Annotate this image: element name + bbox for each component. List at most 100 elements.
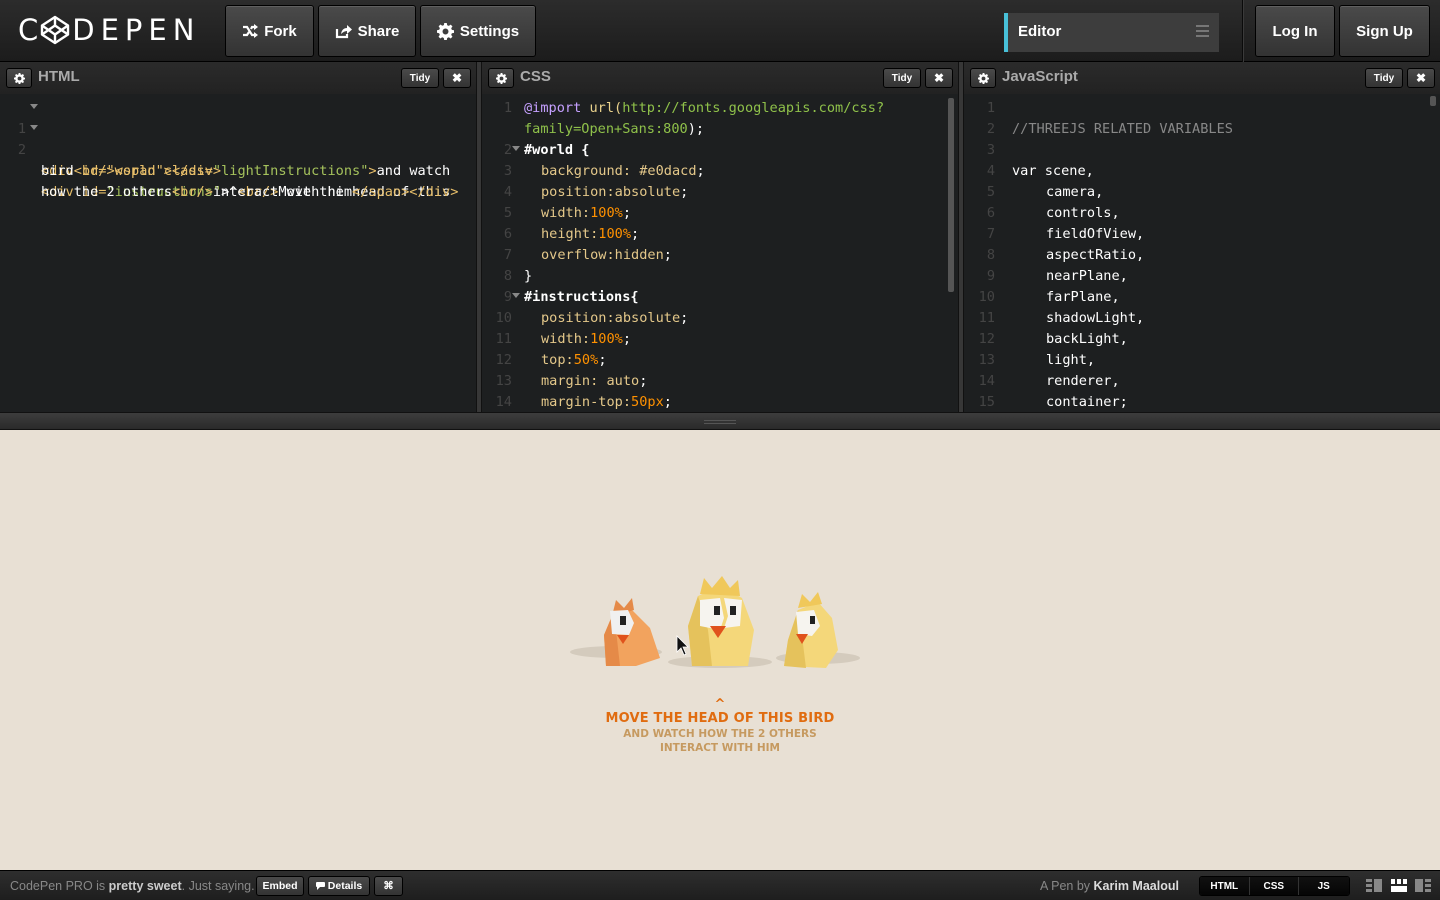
line-number: 13 [495,373,512,389]
line-number: 14 [495,394,512,410]
embed-button[interactable]: Embed [256,876,304,896]
css-tidy-button[interactable]: Tidy [883,68,921,88]
promo-suffix: . Just saying. [181,879,255,893]
toggle-css-button[interactable]: CSS [1249,877,1299,895]
code-text: var scene, [1012,163,1094,179]
embed-label: Embed [262,880,298,892]
code-text: camera, [1046,184,1104,200]
line-number: 12 [978,331,995,347]
signup-button[interactable]: Sign Up [1339,5,1430,57]
line-number: 8 [986,247,995,263]
code-text: width:100%; [541,205,632,221]
js-close-button[interactable]: ✖ [1407,68,1435,88]
layout-top-icon[interactable] [1391,879,1407,892]
layout-right-icon[interactable] [1415,879,1431,892]
settings-label: Settings [459,22,520,40]
gear-icon [495,72,507,84]
line-number: 6 [986,205,995,221]
birds-illustration[interactable] [0,430,1440,870]
logo-letters: DEPEN [72,13,201,47]
fold-arrow-icon[interactable] [30,104,38,109]
code-line: 3 [964,140,1440,161]
code-text: backLight, [1046,331,1128,347]
html-code-area[interactable]: 1 <div id="world"></div> 2 <div id="inst… [0,98,476,412]
css-settings-button[interactable] [488,68,514,88]
line-number: 1 [986,100,995,116]
promo-bold: pretty sweet [108,879,182,893]
preview-resize-handle[interactable] [0,412,1440,430]
line-number: 9 [503,289,512,305]
js-settings-button[interactable] [970,68,996,88]
code-line: 12 backLight, [964,329,1440,350]
css-scrollbar-thumb[interactable] [948,98,954,292]
middle-bird[interactable] [688,576,754,666]
top-bar: C DEPEN Fork Share Settings Editor Log I… [0,0,1440,62]
author-link[interactable]: Karim Maaloul [1094,879,1179,893]
fold-arrow-icon[interactable] [30,125,38,130]
code-text: margin-top:50px; [541,394,672,410]
code-text: how the 2 others<br/>interact with him</… [41,184,459,200]
line-number: 12 [495,352,512,368]
promo-text: CodePen PRO is [10,879,109,893]
code-text: container; [1046,394,1128,410]
code-text: fieldOfView, [1046,226,1145,242]
line-number: 7 [503,247,512,263]
line-number: 2 [503,142,512,158]
line-number: 2 [986,121,995,137]
keyboard-shortcuts-button[interactable]: ⌘ [374,876,403,896]
code-line-wrapped: how the 2 others<br/>interact with him</… [0,161,476,200]
code-text: background: #e0dacd; [541,163,705,179]
settings-button[interactable]: Settings [420,5,536,57]
html-editor: HTML Tidy ✖ 1 <div id="world"></div> 2 <… [0,62,476,412]
toggle-html-button[interactable]: HTML [1200,877,1250,895]
js-editor: JavaScript Tidy ✖ 1 2//THREEJS RELATED VA… [964,62,1440,412]
code-text: #world { [524,142,590,158]
js-code-area[interactable]: 1 2//THREEJS RELATED VARIABLES 3 4 var scene… [964,98,1440,412]
line-number: 13 [978,352,995,368]
details-button[interactable]: Details [308,876,370,896]
login-button[interactable]: Log In [1255,5,1335,57]
share-button[interactable]: Share [318,5,416,57]
js-tidy-button[interactable]: Tidy [1365,68,1403,88]
js-scrollbar-thumb[interactable] [1430,96,1436,106]
pro-promo[interactable]: CodePen PRO is pretty sweet. Just saying… [10,879,255,893]
line-number: 15 [978,394,995,410]
footer-bar: CodePen PRO is pretty sweet. Just saying… [0,870,1440,900]
code-text: aspectRatio, [1046,247,1145,263]
code-text: margin: auto; [541,373,648,389]
drag-grip-icon [704,420,736,426]
code-text: family=Open+Sans:800); [524,121,705,137]
layout-left-icon[interactable] [1366,879,1382,892]
details-label: Details [327,880,363,892]
toggle-js-button[interactable]: JS [1299,877,1349,895]
line-number: 3 [986,142,995,158]
instruction-main: MOVE THE HEAD OF THIS BIRD [605,711,835,726]
css-code-area[interactable]: 1 @import url(http://fonts.googleapis.com… [482,98,958,412]
fork-button[interactable]: Fork [225,5,314,57]
right-bird[interactable] [784,592,838,668]
hamburger-icon [1196,25,1209,40]
js-editor-header: JavaScript Tidy ✖ [964,62,1440,94]
css-editor: CSS Tidy ✖ 1 @import url(http://fonts.goo… [482,62,958,412]
code-text: //THREEJS RELATED VARIABLES [1012,121,1233,137]
code-line: 2 //THREEJS RELATED VARIABLES [964,119,1440,140]
html-close-button[interactable]: ✖ [443,68,471,88]
html-tidy-button[interactable]: Tidy [401,68,439,88]
byline-prefix: A Pen by [1040,879,1094,893]
editor-view-selector[interactable]: Editor [1004,13,1219,52]
pen-byline: A Pen by Karim Maaloul [1040,879,1179,893]
code-line: 10 farPlane, [964,287,1440,308]
fold-arrow-icon[interactable] [512,293,520,298]
css-close-button[interactable]: ✖ [925,68,953,88]
codepen-logo[interactable]: C DEPEN [18,13,201,47]
fold-arrow-icon[interactable] [512,146,520,151]
share-icon [335,24,352,38]
left-bird[interactable] [604,598,660,666]
fork-label: Fork [264,22,297,40]
result-preview[interactable]: ^ MOVE THE HEAD OF THIS BIRD AND WATCH H… [0,430,1440,870]
css-editor-header: CSS Tidy ✖ [482,62,958,94]
code-line: 1 <div id="world"></div> [0,98,476,179]
html-settings-button[interactable] [6,68,32,88]
preview-instructions: ^ MOVE THE HEAD OF THIS BIRD AND WATCH H… [520,698,920,755]
speech-bubble-icon [315,882,325,890]
